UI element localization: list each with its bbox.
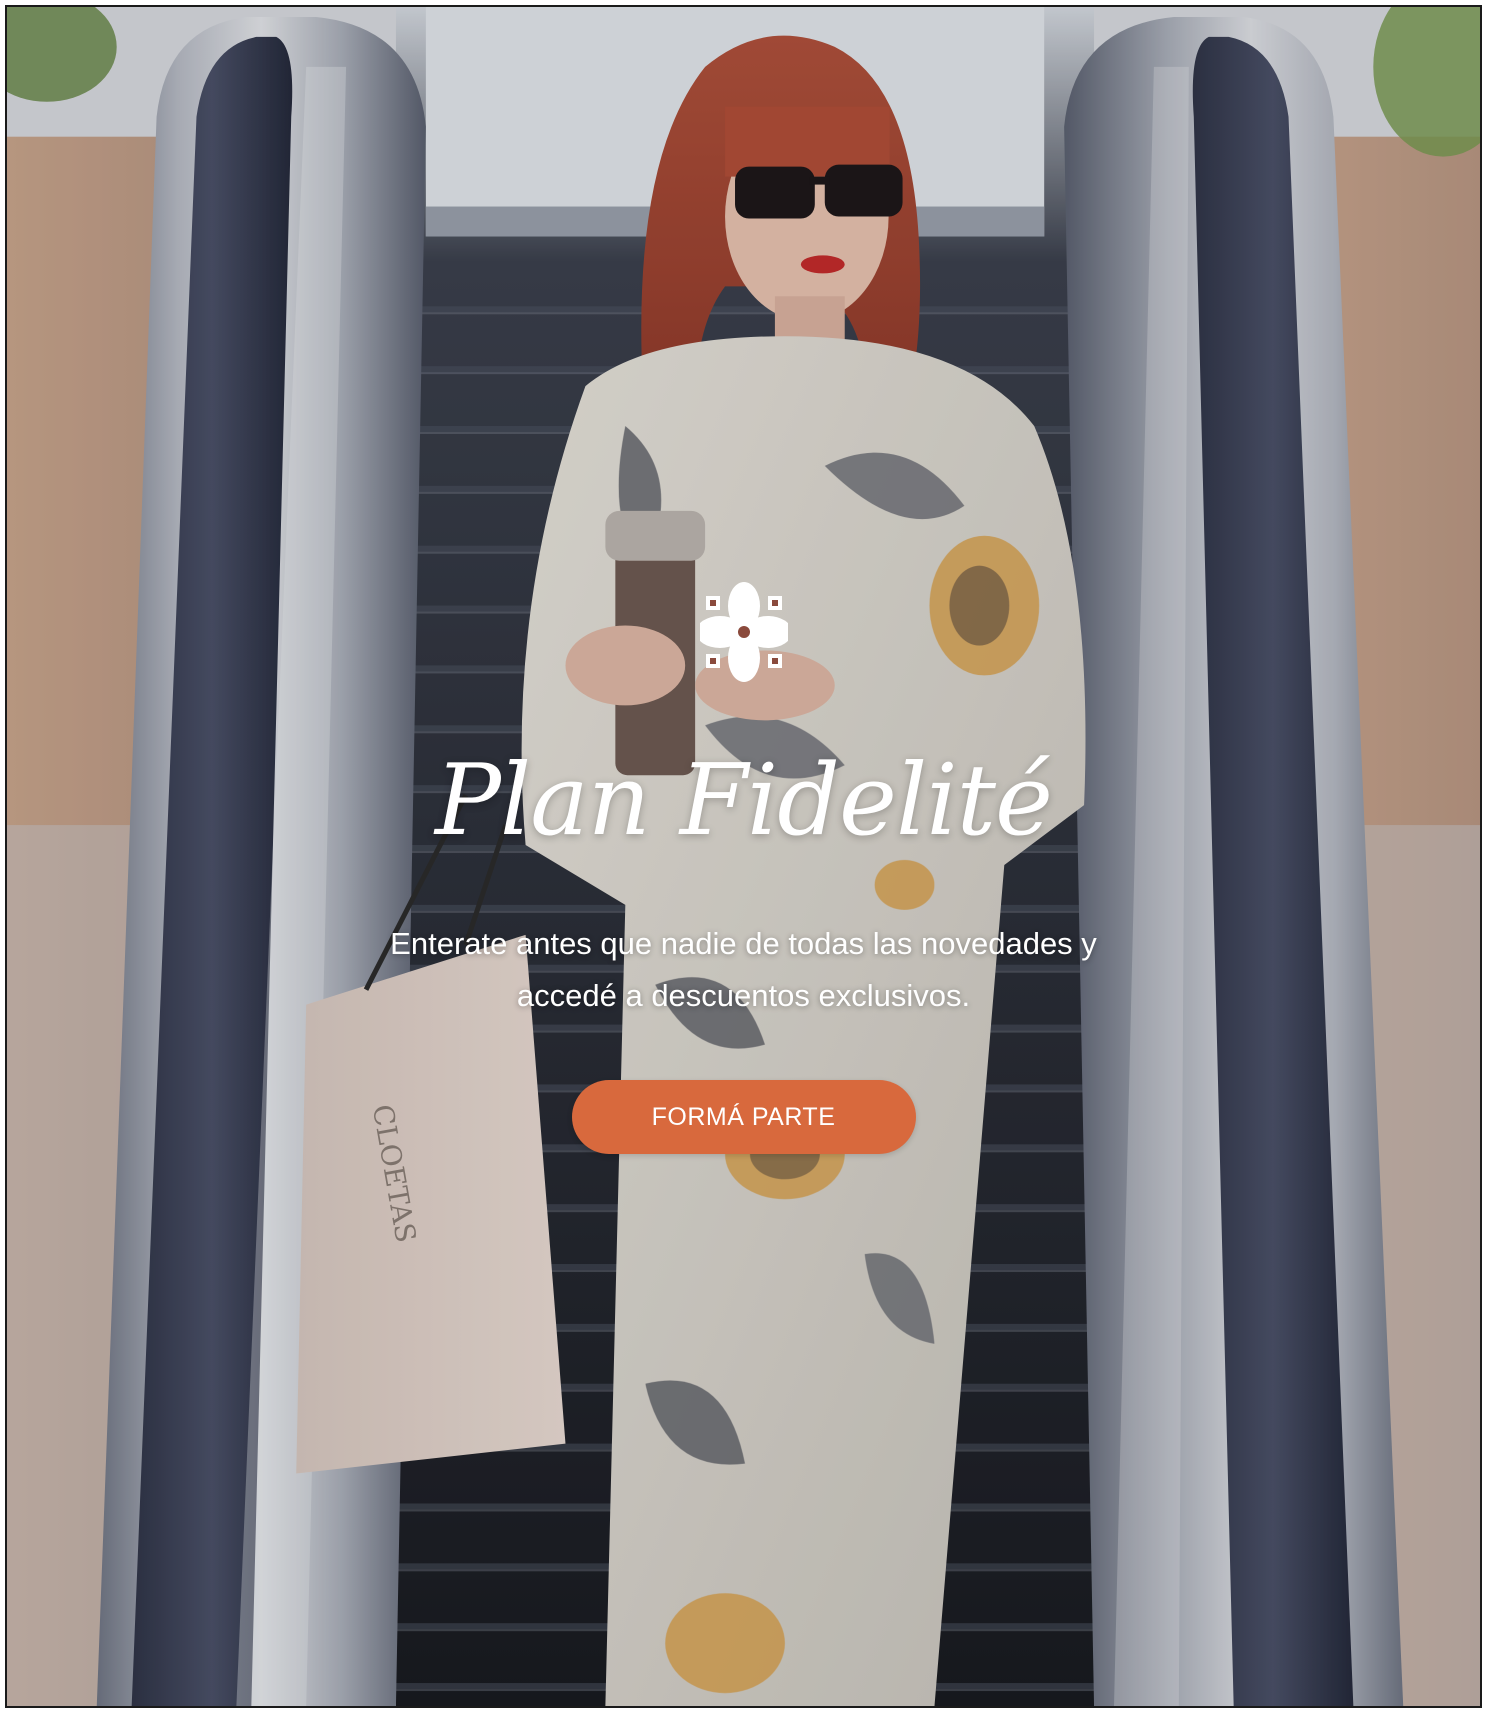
hero-section: CLOETAS Plan Fidelité Enterate antes que… <box>5 5 1482 1708</box>
hero-title: Plan Fidelité <box>434 744 1053 858</box>
hero-content: Plan Fidelité Enterate antes que nadie d… <box>7 582 1480 1154</box>
floral-quatrefoil-icon <box>699 582 788 682</box>
join-button[interactable]: FORMÁ PARTE <box>571 1080 916 1154</box>
hero-subtitle: Enterate antes que nadie de todas las no… <box>390 926 1097 1013</box>
